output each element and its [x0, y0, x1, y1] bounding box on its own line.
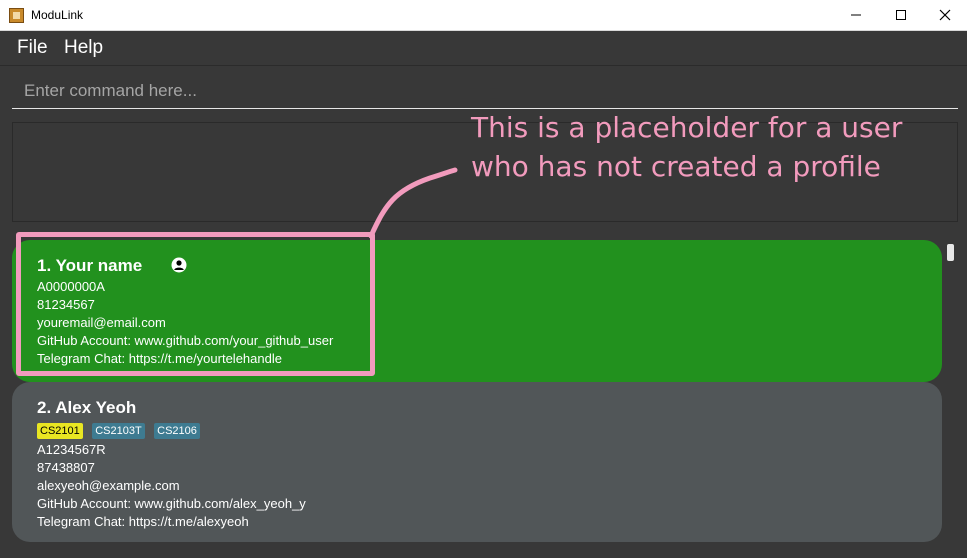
maximize-button[interactable]	[878, 0, 924, 30]
person-id: A1234567R	[37, 442, 106, 457]
annotation-text: This is a placeholder for a user who has…	[471, 108, 902, 186]
person-name: 2. Alex Yeoh	[37, 398, 137, 417]
command-box	[12, 74, 958, 109]
menu-bar: File Help	[0, 31, 967, 66]
person-email: alexyeoh@example.com	[37, 478, 180, 493]
window-title: ModuLink	[31, 8, 84, 22]
app-icon	[9, 8, 24, 23]
minimize-button[interactable]	[833, 0, 879, 30]
list-scrollbar[interactable]	[947, 244, 954, 261]
maximize-icon	[896, 10, 906, 20]
close-button[interactable]	[922, 0, 967, 30]
tag-badge: CS2101	[37, 423, 83, 439]
menu-help[interactable]: Help	[64, 37, 103, 59]
person-phone: 87438807	[37, 460, 95, 475]
person-github: GitHub Account: www.github.com/alex_yeoh…	[37, 496, 306, 511]
annotation-highlight-box	[16, 232, 375, 376]
close-icon	[939, 9, 951, 21]
person-telegram: Telegram Chat: https://t.me/alexyeoh	[37, 514, 249, 529]
minimize-icon	[851, 14, 861, 16]
menu-file[interactable]: File	[17, 37, 48, 59]
annotation-line-2: who has not created a profile	[471, 150, 881, 183]
annotation-line-1: This is a placeholder for a user	[471, 111, 903, 144]
tag-badge: CS2106	[154, 423, 200, 439]
tag-list: CS2101 CS2103T CS2106	[37, 421, 917, 440]
command-input[interactable]	[12, 74, 958, 107]
person-card[interactable]: 2. Alex Yeoh CS2101 CS2103T CS2106 A1234…	[12, 382, 942, 542]
tag-badge: CS2103T	[92, 423, 145, 439]
title-bar: ModuLink	[0, 0, 967, 31]
